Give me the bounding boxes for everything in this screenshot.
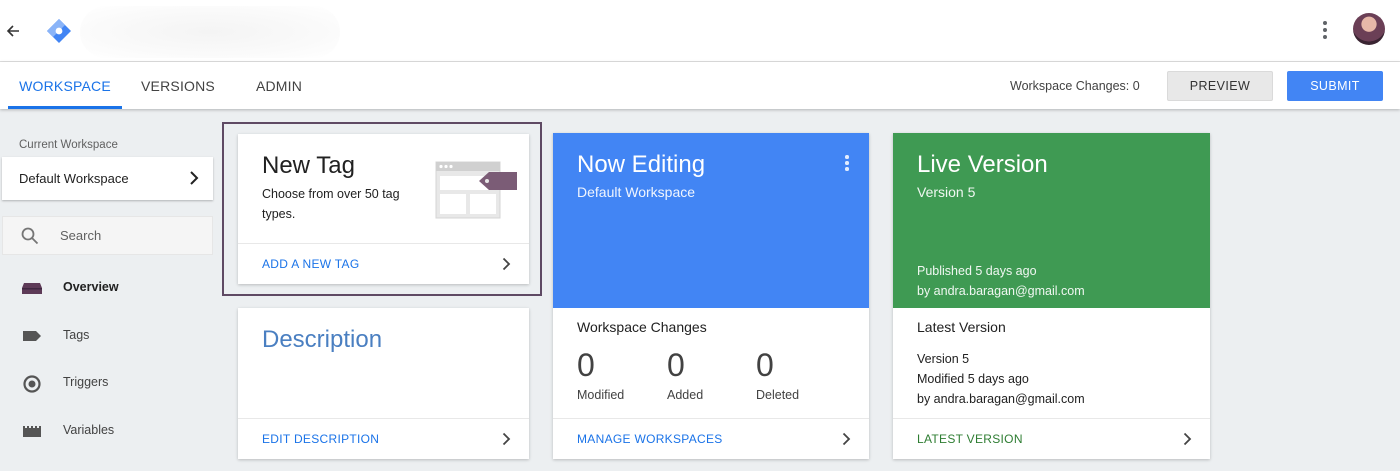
edit-description-link[interactable]: EDIT DESCRIPTION <box>238 418 529 459</box>
workspace-changes-count: Workspace Changes: 0 <box>1010 78 1140 93</box>
latest-version-title: Latest Version <box>917 319 1006 335</box>
latest-version-author: by andra.baragan@gmail.com <box>917 392 1085 406</box>
more-vert-icon[interactable] <box>1316 19 1334 41</box>
search-icon <box>20 226 40 251</box>
add-new-tag-link[interactable]: ADD A NEW TAG <box>238 243 529 284</box>
tag-manager-logo-icon[interactable] <box>46 18 72 44</box>
tab-bar: WORKSPACE VERSIONS ADMIN Workspace Chang… <box>0 62 1400 109</box>
sidebar-item-label: Variables <box>63 423 115 437</box>
live-version-number: Version 5 <box>917 184 976 200</box>
description-title: Description <box>262 326 383 353</box>
new-tag-description: Choose from over 50 tag types. <box>262 187 400 221</box>
now-editing-header: Now Editing Default Workspace <box>553 133 869 308</box>
live-version-card: Live Version Version 5 Published 5 days … <box>893 133 1210 459</box>
overview-icon <box>21 280 43 296</box>
preview-button[interactable]: PREVIEW <box>1167 71 1273 101</box>
tag-illustration-icon <box>435 161 519 219</box>
description-card: Description EDIT DESCRIPTION <box>238 308 529 459</box>
live-version-title: Live Version <box>917 151 1048 178</box>
stat-deleted-value: 0 <box>756 347 774 383</box>
stat-added-label: Added <box>667 388 704 402</box>
submit-button[interactable]: SUBMIT <box>1287 71 1383 101</box>
back-arrow-icon[interactable] <box>4 20 22 42</box>
workspace-selector[interactable]: Default Workspace <box>2 157 213 200</box>
active-tab-indicator <box>8 106 122 109</box>
new-tag-title: New Tag <box>262 152 355 179</box>
variables-icon <box>21 423 43 439</box>
stat-modified: 0 Modified <box>577 347 624 402</box>
tab-admin[interactable]: ADMIN <box>240 62 318 109</box>
add-new-tag-label: ADD A NEW TAG <box>262 257 360 271</box>
chevron-right-icon <box>189 171 199 188</box>
latest-version-label: LATEST VERSION <box>917 432 1023 446</box>
stat-modified-value: 0 <box>577 347 595 383</box>
trigger-icon <box>21 375 43 393</box>
latest-version-link[interactable]: LATEST VERSION <box>893 418 1210 459</box>
now-editing-title: Now Editing <box>577 151 706 178</box>
stat-deleted-label: Deleted <box>756 388 800 402</box>
search-input[interactable]: Search <box>2 216 213 255</box>
edit-description-label: EDIT DESCRIPTION <box>262 432 380 446</box>
workspace-selector-value: Default Workspace <box>19 171 129 186</box>
stat-added-value: 0 <box>667 347 685 383</box>
chevron-right-icon <box>1183 432 1192 449</box>
stat-deleted: 0 Deleted <box>756 347 799 402</box>
now-editing-card: Now Editing Default Workspace Workspace … <box>553 133 869 459</box>
user-avatar[interactable] <box>1353 13 1385 45</box>
sidebar-item-variables[interactable]: Variables <box>0 411 215 451</box>
published-date: Published 5 days ago <box>917 264 1037 278</box>
chevron-right-icon <box>502 432 511 449</box>
sidebar-item-label: Overview <box>63 280 119 294</box>
workspace-changes-title: Workspace Changes <box>577 319 707 335</box>
latest-version-number: Version 5 <box>917 352 970 366</box>
live-version-header: Live Version Version 5 Published 5 days … <box>893 133 1210 308</box>
chevron-right-icon <box>502 257 511 274</box>
new-tag-card[interactable]: New Tag Choose from over 50 tag types. A… <box>238 134 529 284</box>
manage-workspaces-label: MANAGE WORKSPACES <box>577 432 723 446</box>
latest-version-modified: Modified 5 days ago <box>917 372 1029 386</box>
account-name-area <box>80 6 340 58</box>
sidebar-item-label: Tags <box>63 328 90 342</box>
sidebar-item-label: Triggers <box>63 375 109 389</box>
sidebar-item-overview[interactable]: Overview <box>0 268 215 308</box>
more-vert-icon[interactable] <box>843 155 851 173</box>
now-editing-workspace: Default Workspace <box>577 184 696 200</box>
tab-workspace[interactable]: WORKSPACE <box>8 62 122 109</box>
sidebar-item-triggers[interactable]: Triggers <box>0 363 215 403</box>
search-placeholder: Search <box>60 228 102 243</box>
tab-versions[interactable]: VERSIONS <box>132 62 224 109</box>
stat-modified-label: Modified <box>577 388 625 402</box>
current-workspace-label: Current Workspace <box>19 139 118 151</box>
manage-workspaces-link[interactable]: MANAGE WORKSPACES <box>553 418 869 459</box>
published-by: by andra.baragan@gmail.com <box>917 284 1085 298</box>
chevron-right-icon <box>842 432 851 449</box>
sidebar-item-tags[interactable]: Tags <box>0 316 215 356</box>
tag-icon <box>21 328 43 344</box>
app-bar <box>0 0 1400 62</box>
stat-added: 0 Added <box>667 347 703 402</box>
